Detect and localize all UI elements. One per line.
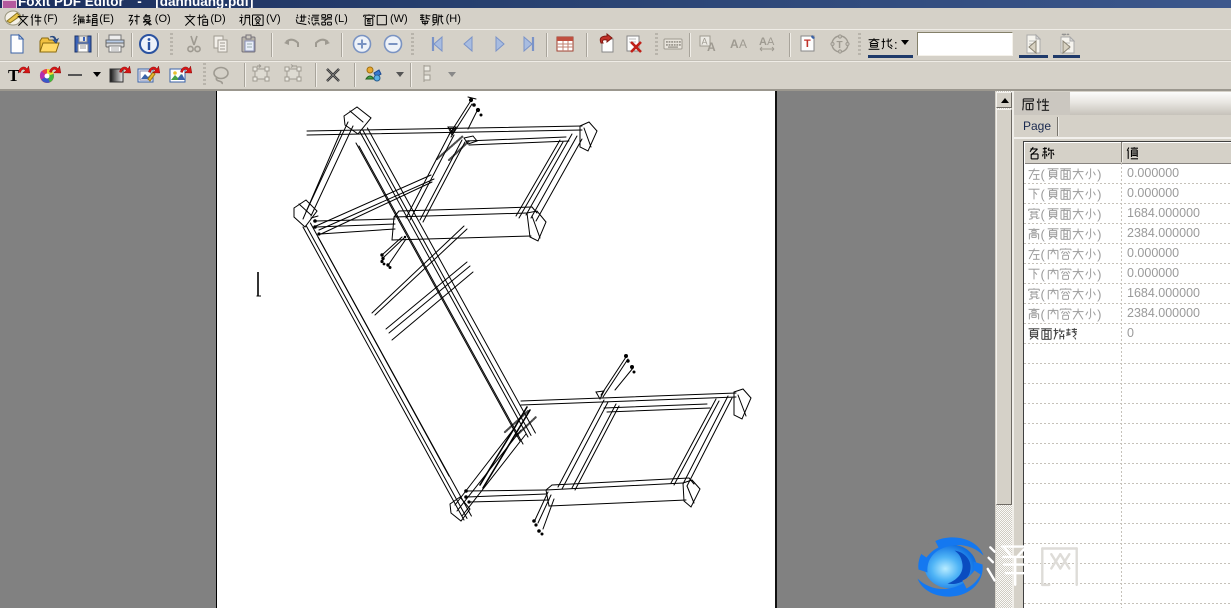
svg-text:T: T xyxy=(837,40,843,51)
svg-text:A: A xyxy=(739,37,747,51)
svg-text:): ) xyxy=(1097,267,1101,282)
svg-text::: : xyxy=(894,37,898,52)
svg-text:): ) xyxy=(1097,207,1101,222)
svg-text:(: ( xyxy=(1041,187,1046,202)
svg-text:): ) xyxy=(1097,167,1101,182)
svg-text:): ) xyxy=(1097,307,1101,322)
svg-text:A: A xyxy=(730,37,739,51)
svg-text:(: ( xyxy=(1041,247,1046,262)
svg-text:T: T xyxy=(804,38,811,50)
svg-text:A: A xyxy=(707,40,716,54)
svg-text:(: ( xyxy=(1041,267,1046,282)
svg-text:): ) xyxy=(1097,227,1101,242)
svg-text:): ) xyxy=(1097,187,1101,202)
svg-text:): ) xyxy=(1097,247,1101,262)
svg-text:): ) xyxy=(1097,287,1101,302)
svg-text:A: A xyxy=(767,36,775,48)
svg-text:A: A xyxy=(759,36,767,48)
svg-text:(: ( xyxy=(1041,307,1046,322)
svg-text:T: T xyxy=(8,66,20,85)
svg-text:(: ( xyxy=(1041,287,1046,302)
svg-text:(: ( xyxy=(1041,227,1046,242)
svg-text:(: ( xyxy=(1041,207,1046,222)
svg-text:(: ( xyxy=(1041,167,1046,182)
